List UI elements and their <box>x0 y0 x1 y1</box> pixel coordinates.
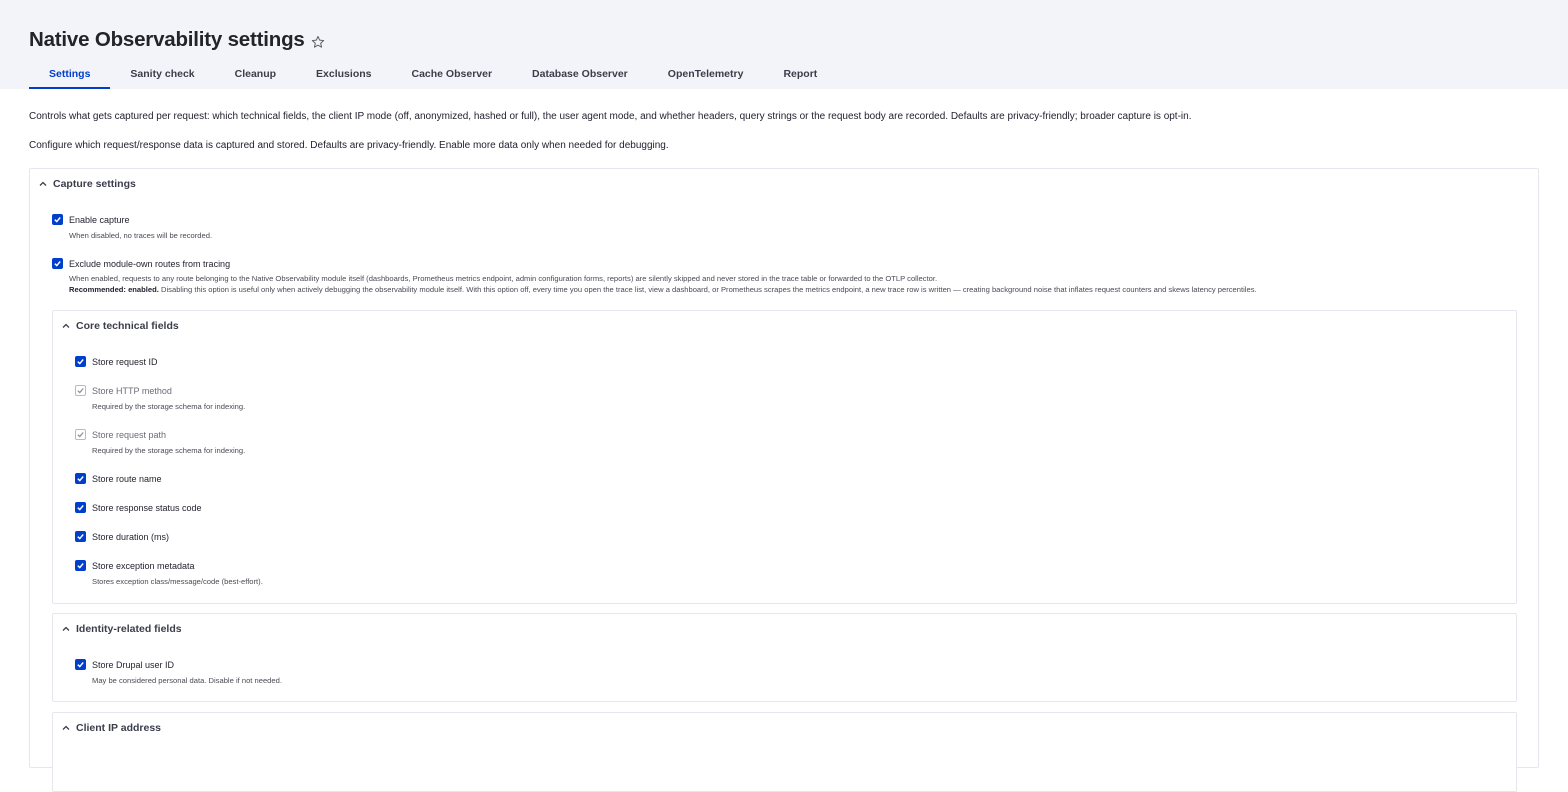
store-user-id-checkbox[interactable] <box>75 659 86 670</box>
page-title-row: Native Observability settings <box>29 28 325 52</box>
store-route-name-checkbox[interactable] <box>75 473 86 484</box>
enable-capture-help: When disabled, no traces will be recorde… <box>69 231 213 240</box>
capture-settings-fieldset: Capture settings Enable capture When dis… <box>29 168 1539 792</box>
tab-report[interactable]: Report <box>763 58 837 89</box>
tab-sanity-check[interactable]: Sanity check <box>110 58 214 89</box>
store-user-id-help: May be considered personal data. Disable… <box>92 676 282 685</box>
store-exception-row: Store exception metadata <box>75 560 195 571</box>
store-http-method-checkbox[interactable] <box>75 385 86 396</box>
tab-cache-observer[interactable]: Cache Observer <box>392 58 513 89</box>
store-request-path-label: Store request path <box>92 429 167 440</box>
client-ip-title: Client IP address <box>76 722 162 734</box>
capture-settings-summary[interactable]: Capture settings <box>38 178 136 190</box>
exclude-routes-row: Exclude module-own routes from tracing <box>52 258 230 269</box>
tab-cleanup[interactable]: Cleanup <box>215 58 296 89</box>
exclude-routes-label: Exclude module-own routes from tracing <box>69 258 231 269</box>
chevron-up-icon <box>61 723 71 733</box>
exclude-routes-recommendation: Recommended: enabled. Disabling this opt… <box>69 285 1257 296</box>
tab-bar: Settings Sanity check Cleanup Exclusions… <box>29 58 837 89</box>
exclude-routes-help: When enabled, requests to any route belo… <box>69 274 938 283</box>
store-status-code-checkbox[interactable] <box>75 502 86 513</box>
store-status-code-row: Store response status code <box>75 502 202 513</box>
store-duration-label: Store duration (ms) <box>92 531 170 542</box>
chevron-up-icon <box>61 624 71 634</box>
exclude-routes-checkbox[interactable] <box>52 258 63 269</box>
store-request-path-row: Store request path <box>75 429 166 440</box>
identity-fields-summary[interactable]: Identity-related fields <box>61 623 182 635</box>
store-duration-checkbox[interactable] <box>75 531 86 542</box>
store-request-id-checkbox[interactable] <box>75 356 86 367</box>
core-technical-fields-title: Core technical fields <box>76 320 179 332</box>
core-technical-fields-fieldset: Core technical fields Store request ID S… <box>52 310 1517 604</box>
recommended-label: Recommended: enabled. <box>69 285 159 294</box>
tab-opentelemetry[interactable]: OpenTelemetry <box>648 58 764 89</box>
identity-fields-fieldset: Identity-related fields Store Drupal use… <box>52 613 1517 702</box>
store-exception-label: Store exception metadata <box>92 560 195 571</box>
store-route-name-row: Store route name <box>75 473 162 484</box>
enable-capture-row: Enable capture <box>52 214 130 225</box>
store-exception-help: Stores exception class/message/code (bes… <box>92 577 263 586</box>
store-duration-row: Store duration (ms) <box>75 531 169 542</box>
client-ip-fieldset: Client IP address <box>52 712 1517 792</box>
tab-database-observer[interactable]: Database Observer <box>512 58 648 89</box>
recommendation-text: Disabling this option is useful only whe… <box>158 285 1257 294</box>
enable-capture-checkbox[interactable] <box>52 214 63 225</box>
identity-fields-title: Identity-related fields <box>76 623 182 635</box>
store-request-id-row: Store request ID <box>75 356 158 367</box>
intro-description: Controls what gets captured per request:… <box>29 111 1192 122</box>
configure-description: Configure which request/response data is… <box>29 140 669 151</box>
store-exception-checkbox[interactable] <box>75 560 86 571</box>
store-http-method-help: Required by the storage schema for index… <box>92 402 246 411</box>
tab-settings[interactable]: Settings <box>29 58 111 89</box>
star-icon[interactable] <box>311 35 325 49</box>
capture-settings-title: Capture settings <box>53 178 136 190</box>
page-header: Native Observability settings Settings S… <box>0 0 1568 89</box>
enable-capture-label: Enable capture <box>69 214 130 225</box>
store-request-id-label: Store request ID <box>92 356 158 367</box>
client-ip-summary[interactable]: Client IP address <box>61 722 161 734</box>
store-status-code-label: Store response status code <box>92 502 202 513</box>
chevron-up-icon <box>61 321 71 331</box>
page-title: Native Observability settings <box>29 28 305 51</box>
tab-exclusions[interactable]: Exclusions <box>296 58 391 89</box>
store-request-path-checkbox[interactable] <box>75 429 86 440</box>
store-user-id-row: Store Drupal user ID <box>75 659 174 670</box>
store-request-path-help: Required by the storage schema for index… <box>92 446 246 455</box>
core-technical-fields-summary[interactable]: Core technical fields <box>61 320 179 332</box>
chevron-up-icon <box>38 179 48 189</box>
store-user-id-label: Store Drupal user ID <box>92 659 175 670</box>
store-route-name-label: Store route name <box>92 473 162 484</box>
store-http-method-label: Store HTTP method <box>92 385 172 396</box>
store-http-method-row: Store HTTP method <box>75 385 172 396</box>
